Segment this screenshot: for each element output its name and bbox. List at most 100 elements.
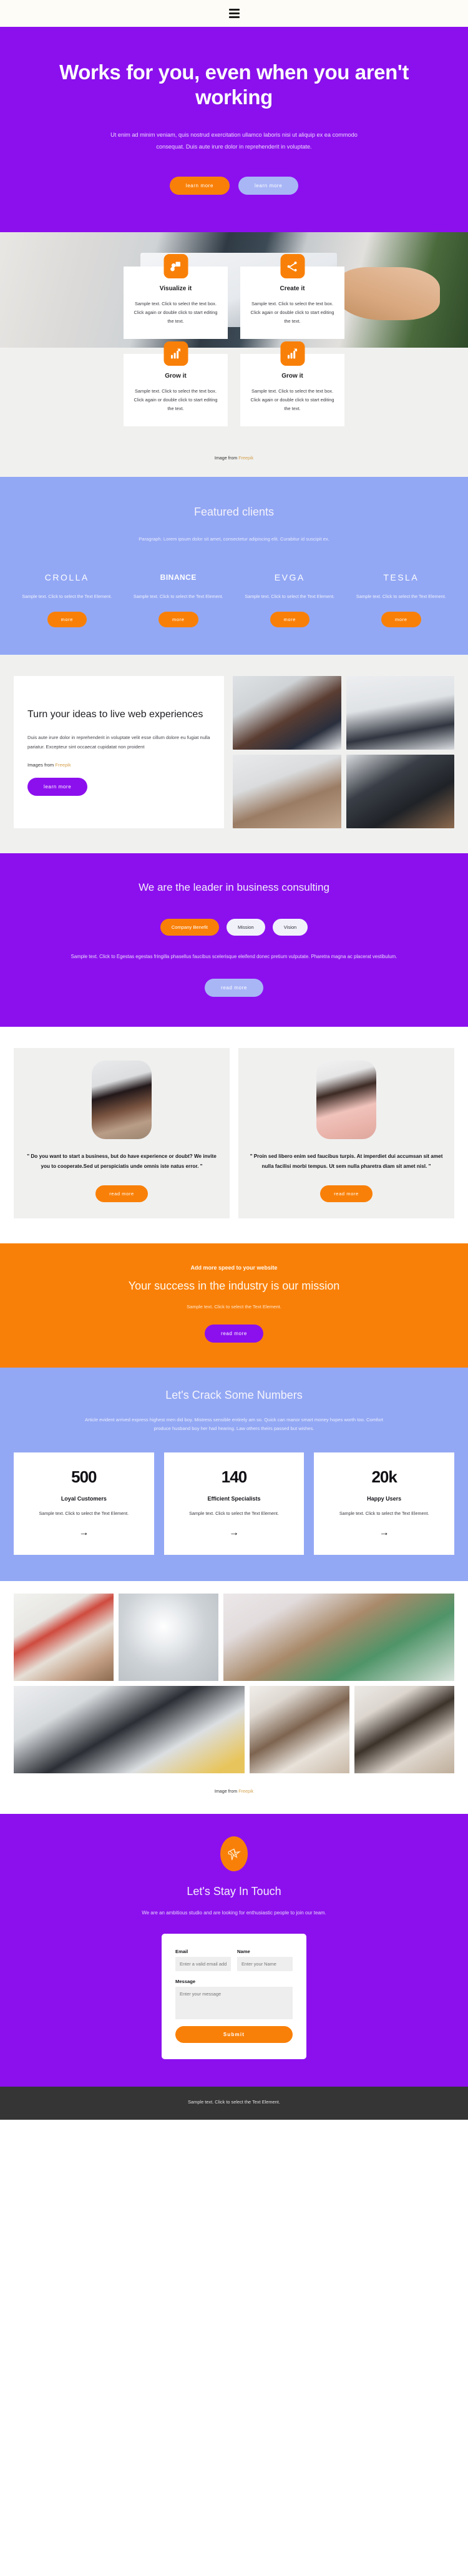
tab-mission[interactable]: Mission [226,918,265,936]
client-item: BINANCE Sample text. Click to select the… [125,569,232,628]
ideas-photo [233,755,341,828]
feature-card[interactable]: Grow it Sample text. Click to select the… [240,341,344,427]
site-footer: Sample text. Click to select the Text El… [0,2087,468,2120]
testimonial-quote: " Do you want to start a business, but d… [27,1153,217,1170]
email-field-group: Email [175,1949,231,1972]
client-more-button[interactable]: more [381,612,421,628]
numbers-grid: 500 Loyal Customers Sample text. Click t… [14,1452,454,1555]
contact-paragraph: We are an ambitious studio and are looki… [142,1910,326,1916]
hero-title: Works for you, even when you aren't work… [59,61,409,109]
ideas-photo [233,676,341,750]
gallery-photo [250,1686,349,1774]
name-field-group: Name [237,1949,293,1972]
features-grid: Visualize it Sample text. Click to selec… [0,254,468,445]
clients-paragraph: Paragraph. Lorem ipsum dolor sit amet, c… [139,536,329,542]
layers-icon [163,254,188,279]
avatar [92,1060,152,1140]
credit-prefix: Image from [214,1788,238,1795]
speed-cta-section: Add more speed to your website Your succ… [0,1243,468,1368]
feature-text: Sample text. Click to select the text bo… [250,388,334,411]
avatar [316,1060,376,1140]
number-note: Sample text. Click to select the Text El… [39,1511,129,1517]
bar-chart-up-icon [163,341,188,366]
ideas-photo [346,755,454,828]
gallery-photo [354,1686,454,1774]
arrow-right-icon[interactable]: → [21,1527,147,1539]
arrow-right-icon[interactable]: → [172,1527,297,1539]
name-label: Name [237,1949,250,1955]
credit-prefix: Images from [27,762,54,768]
number-value: 140 [221,1467,247,1487]
feature-card[interactable]: Create it Sample text. Click to select t… [240,254,344,340]
leader-section: We are the leader in business consulting… [0,853,468,1027]
client-item: EVGA Sample text. Click to select the Te… [236,569,343,628]
client-logo-crolla: CROLLA [44,572,89,583]
arrow-right-icon[interactable]: → [321,1527,447,1539]
testimonial-card: " Proin sed libero enim sed faucibus tur… [238,1048,454,1219]
client-logo-binance: BINANCE [160,573,197,582]
gallery-section: Image from Freepik [0,1581,468,1814]
testimonial-quote: " Proin sed libero enim sed faucibus tur… [250,1153,443,1170]
client-note: Sample text. Click to select the Text El… [22,594,112,600]
submit-button[interactable]: Submit [175,2026,293,2044]
speed-kicker: Add more speed to your website [190,1265,278,1271]
feature-title: Grow it [165,373,187,380]
testimonial-read-more-button[interactable]: read more [320,1185,373,1203]
testimonial-read-more-button[interactable]: read more [95,1185,148,1203]
email-input[interactable] [175,1957,231,1972]
ideas-title: Turn your ideas to live web experiences [27,709,203,720]
feature-text: Sample text. Click to select the text bo… [250,301,334,324]
number-value: 500 [71,1467,97,1487]
feature-title: Visualize it [159,285,192,293]
speed-title: Your success in the industry is our miss… [128,1280,340,1293]
credit-link[interactable]: Freepik [238,455,253,461]
feature-title: Grow it [281,373,303,380]
leader-tabs: Company Benefit Mission Vision [37,918,431,936]
ideas-image-credit: Images from Freepik [27,762,210,768]
hero-secondary-button[interactable]: learn more [238,177,299,195]
client-item: TESLA Sample text. Click to select the T… [348,569,455,628]
origami-bird-icon [220,1836,248,1872]
contact-section: Let's Stay In Touch We are an ambitious … [0,1814,468,2087]
features-section: Visualize it Sample text. Click to selec… [0,232,468,477]
client-more-button[interactable]: more [270,612,310,628]
numbers-section: Let's Crack Some Numbers Article evident… [0,1367,468,1582]
hamburger-menu-icon[interactable] [228,9,240,18]
feature-card[interactable]: Visualize it Sample text. Click to selec… [124,254,228,340]
gallery-photo [14,1594,114,1682]
message-textarea[interactable] [175,1987,293,2020]
credit-prefix: Image from [214,455,238,461]
speed-read-more-button[interactable]: read more [205,1324,263,1343]
number-note: Sample text. Click to select the Text El… [189,1511,279,1517]
feature-title: Create it [280,285,305,293]
tab-company-benefit[interactable]: Company Benefit [160,918,219,936]
client-more-button[interactable]: more [47,612,87,628]
tab-vision[interactable]: Vision [272,918,308,936]
testimonial-card: " Do you want to start a business, but d… [14,1048,230,1219]
leader-read-more-button[interactable]: read more [205,979,263,997]
feature-card[interactable]: Grow it Sample text. Click to select the… [124,341,228,427]
name-input[interactable] [237,1957,293,1972]
credit-link[interactable]: Freepik [55,762,71,768]
client-more-button[interactable]: more [158,612,198,628]
number-card: 140 Efficient Specialists Sample text. C… [163,1452,305,1555]
hero-section: Works for you, even when you aren't work… [0,27,468,233]
contact-title: Let's Stay In Touch [187,1885,281,1898]
hero-primary-button[interactable]: learn more [169,177,230,195]
number-label: Efficient Specialists [207,1496,261,1502]
number-card: 20k Happy Users Sample text. Click to se… [314,1452,454,1555]
footer-text: Sample text. Click to select the Text El… [188,2099,280,2105]
client-item: CROLLA Sample text. Click to select the … [14,569,120,628]
ideas-photo-grid [233,676,454,828]
credit-link[interactable]: Freepik [238,1788,253,1794]
email-label: Email [175,1949,188,1955]
ideas-text-panel: Turn your ideas to live web experiences … [14,676,224,828]
number-note: Sample text. Click to select the Text El… [339,1511,429,1517]
contact-form: Email Name Message Submit [162,1934,306,2060]
hero-button-group: learn more learn more [44,177,424,195]
client-logo-evga: EVGA [274,572,305,583]
number-value: 20k [371,1467,397,1487]
number-card: 500 Loyal Customers Sample text. Click t… [14,1452,154,1555]
ideas-learn-more-button[interactable]: learn more [27,777,88,796]
leader-title: We are the leader in business consulting [139,881,329,893]
